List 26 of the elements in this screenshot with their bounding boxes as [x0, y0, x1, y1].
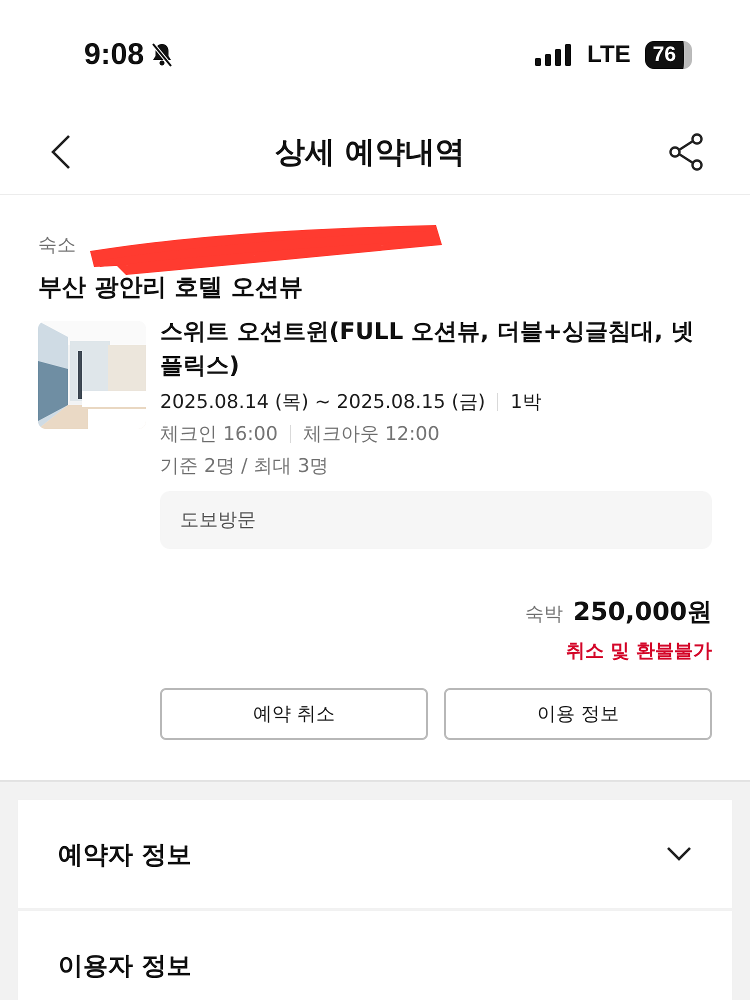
signal-icon	[535, 44, 574, 66]
collapsible-section[interactable]: 예약자 정보	[18, 800, 732, 908]
checkin-time: 체크인 16:00	[160, 422, 278, 447]
back-icon[interactable]	[50, 134, 72, 170]
section-title: 예약자 정보	[58, 838, 192, 870]
chevron-icon	[666, 846, 692, 862]
hotel-name: 부산 광안리 호텔 오션뷰	[38, 272, 304, 303]
share-icon[interactable]	[668, 133, 704, 171]
booking-label: 숙소	[38, 234, 76, 256]
action-button[interactable]: 예약 취소	[160, 688, 428, 740]
nights: 1박	[510, 390, 542, 415]
battery-level: 76	[644, 41, 692, 69]
page-title: 상세 예약내역	[274, 134, 466, 172]
price-label: 숙박	[525, 602, 564, 627]
network-type: LTE	[587, 41, 631, 69]
room-name: 스위트 오션트윈(FULL 오션뷰, 더블+싱글침대, 넷플릭스)	[160, 318, 695, 381]
refund-notice: 취소 및 환불불가	[564, 639, 712, 664]
stay-dates: 2025.08.14 (목) ~ 2025.08.15 (금)	[160, 390, 486, 415]
visit-method: 도보방문	[160, 491, 712, 549]
capacity: 기준 2명 / 최대 3명	[160, 454, 329, 479]
status-time: 9:08	[84, 38, 144, 72]
collapsible-section[interactable]: 이용자 정보	[18, 911, 732, 1000]
action-button[interactable]: 이용 정보	[444, 688, 712, 740]
price: 250,000원	[573, 596, 712, 628]
section-title: 이용자 정보	[58, 950, 192, 982]
checkout-time: 체크아웃 12:00	[302, 422, 440, 447]
